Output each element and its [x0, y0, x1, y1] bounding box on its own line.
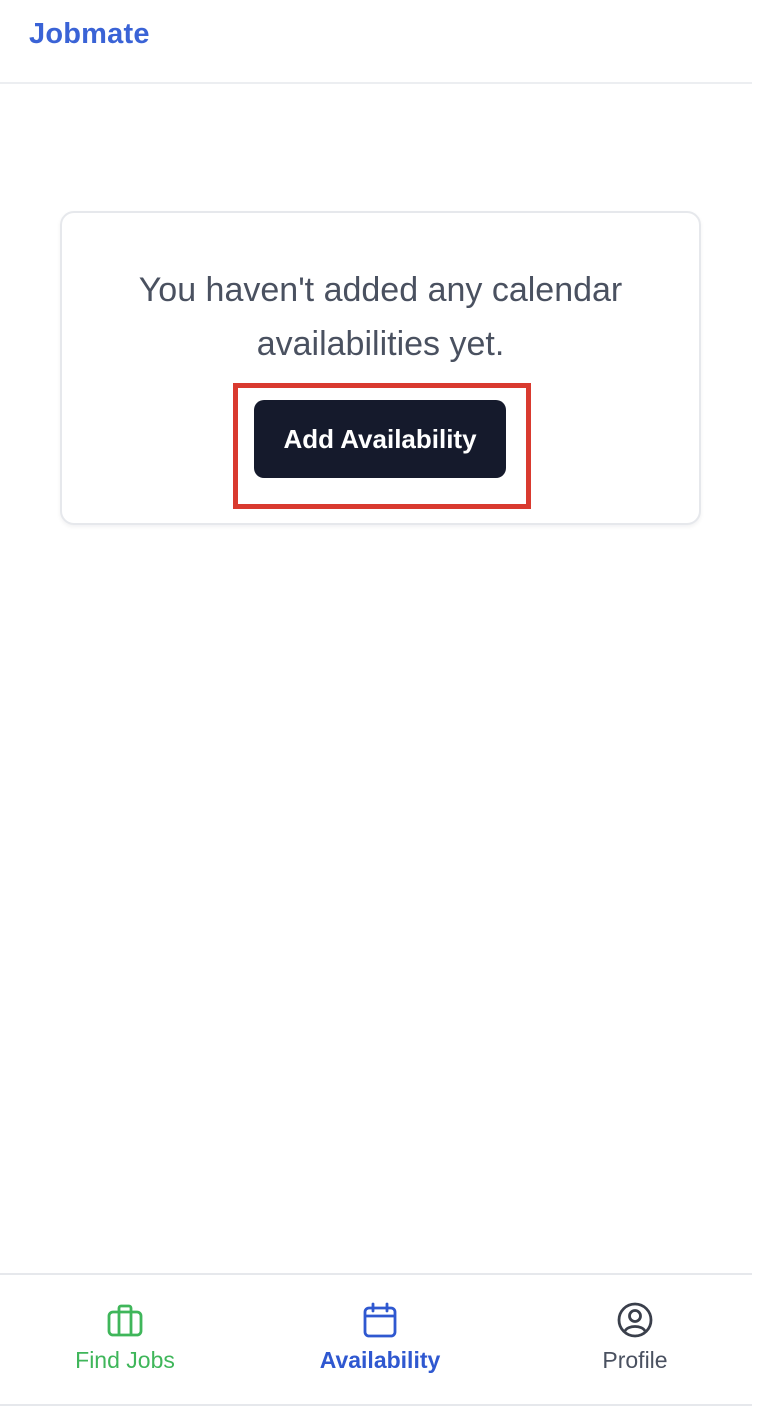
bottom-navigation: Find Jobs Availability Profile — [0, 1273, 752, 1406]
brand-logo[interactable]: Jobmate — [29, 18, 150, 51]
app-screen: Jobmate You haven't added any calendar a… — [0, 0, 752, 1408]
nav-label-profile: Profile — [602, 1347, 668, 1373]
add-availability-label: Add Availability — [283, 423, 477, 454]
app-header: Jobmate — [0, 0, 752, 84]
nav-item-availability[interactable]: Availability — [255, 1275, 505, 1406]
add-availability-button[interactable]: Add Availability — [254, 400, 506, 478]
briefcase-icon — [107, 1304, 143, 1337]
nav-label-find-jobs: Find Jobs — [75, 1347, 175, 1373]
nav-label-availability: Availability — [319, 1347, 441, 1373]
nav-item-find-jobs[interactable]: Find Jobs — [0, 1275, 250, 1406]
user-circle-icon — [617, 1302, 653, 1338]
nav-item-profile[interactable]: Profile — [510, 1275, 760, 1406]
calendar-icon — [363, 1302, 397, 1338]
empty-state-message: You haven't added any calendar availabil… — [138, 271, 623, 363]
